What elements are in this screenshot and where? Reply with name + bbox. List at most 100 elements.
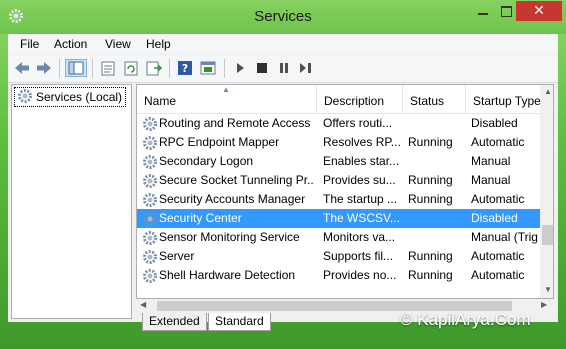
export-list-icon[interactable] [144, 59, 164, 77]
toolbar-separator [92, 59, 93, 78]
service-gear-icon [142, 116, 158, 132]
service-description: Supports fil... [323, 249, 394, 263]
service-startup-type: Automatic [471, 135, 525, 149]
service-startup-type: Automatic [471, 268, 525, 282]
service-description: Provides su... [323, 173, 396, 187]
table-row[interactable]: Security Accounts Manager The startup ...… [137, 190, 540, 209]
service-status [408, 209, 468, 228]
svg-text:?: ? [182, 62, 188, 75]
service-startup-type: Disabled [471, 116, 518, 130]
service-description: Provides no... [323, 268, 397, 282]
service-startup-type: Disabled [471, 211, 518, 225]
watermark: © KapilArya.Com [400, 310, 531, 329]
back-arrow-icon[interactable] [12, 59, 32, 77]
toolbar-separator [169, 59, 170, 78]
tree-item-label: Services (Local) [36, 90, 123, 104]
service-name: Sensor Monitoring Service [159, 230, 300, 244]
service-gear-icon [142, 230, 158, 246]
scroll-left-icon[interactable]: ◀ [140, 300, 146, 309]
column-header-status[interactable]: Status [403, 85, 466, 113]
window-client: File Action View Help ? Services (Local)… [8, 34, 558, 331]
service-gear-icon [142, 192, 158, 208]
menu-view[interactable]: View [105, 37, 131, 51]
minimize-button[interactable] [469, 1, 495, 21]
column-header-name[interactable]: Name [137, 85, 317, 113]
service-description: Resolves RP... [323, 135, 401, 149]
service-startup-type: Automatic [471, 249, 525, 263]
service-status: Running [408, 192, 453, 206]
service-description: The startup ... [323, 192, 398, 206]
service-description: The WSCSV... [323, 211, 400, 225]
service-gear-icon [142, 154, 158, 170]
service-status [408, 152, 468, 171]
service-startup-type: Manual [471, 173, 511, 187]
tab-extended[interactable]: Extended [142, 313, 207, 331]
service-status: Running [408, 173, 453, 187]
forward-arrow-icon[interactable] [34, 59, 54, 77]
table-row[interactable]: Secondary Logon Enables star... Manual [137, 152, 540, 171]
service-status [408, 228, 468, 247]
column-header-description[interactable]: Description [317, 85, 403, 113]
toolbar-separator [59, 59, 60, 78]
tab-standard[interactable]: Standard [208, 313, 271, 331]
pause-service-icon[interactable] [274, 59, 294, 77]
service-startup-type: Manual (Trig [471, 230, 538, 244]
service-startup-type: Automatic [471, 192, 525, 206]
menu-action[interactable]: Action [54, 37, 87, 51]
help-icon[interactable]: ? [175, 59, 195, 77]
service-name: Shell Hardware Detection [159, 268, 296, 282]
table-row[interactable]: Routing and Remote Access Offers routi...… [137, 114, 540, 133]
services-list-pane: ▲ Name Description Status Startup Type R… [136, 84, 554, 299]
refresh-icon[interactable] [121, 59, 141, 77]
vertical-scroll-thumb[interactable] [542, 225, 553, 245]
service-name: Security Center [159, 211, 242, 225]
service-name: Routing and Remote Access [159, 116, 311, 130]
service-gear-icon [142, 268, 158, 284]
service-description: Enables star... [323, 154, 400, 168]
scroll-right-icon[interactable]: ▶ [541, 300, 547, 309]
console-tree-pane: Services (Local) [11, 84, 132, 319]
scroll-up-icon[interactable]: ▲ [544, 87, 552, 96]
column-header-startup-type[interactable]: Startup Type [466, 85, 546, 113]
gear-icon [17, 88, 33, 107]
service-gear-icon [142, 249, 158, 265]
service-name: Secure Socket Tunneling Pr... [159, 173, 314, 187]
toolbar-separator [224, 59, 225, 78]
menu-help[interactable]: Help [146, 37, 171, 51]
table-row[interactable]: Server Supports fil... Running Automatic [137, 247, 540, 266]
title-bar: Services ✕ [0, 0, 566, 34]
close-button[interactable]: ✕ [516, 1, 562, 21]
service-gear-icon [142, 135, 158, 151]
service-description: Offers routi... [323, 116, 393, 130]
service-gear-icon [142, 211, 158, 227]
table-row[interactable]: Secure Socket Tunneling Pr... Provides su… [137, 171, 540, 190]
menu-file[interactable]: File [20, 37, 39, 51]
table-row[interactable]: Shell Hardware Detection Provides no... Ru… [137, 266, 540, 285]
scroll-down-icon[interactable]: ▼ [544, 285, 552, 294]
service-status: Running [408, 268, 453, 282]
close-icon: ✕ [533, 2, 545, 18]
service-gear-icon [142, 173, 158, 189]
console-view-icon[interactable] [198, 59, 218, 77]
service-name: Secondary Logon [159, 154, 254, 168]
service-status: Running [408, 135, 453, 149]
service-name: Server [159, 249, 195, 263]
service-name: Security Accounts Manager [159, 192, 306, 206]
start-service-icon[interactable] [230, 59, 250, 77]
properties-icon[interactable] [98, 59, 118, 77]
service-description: Monitors va... [323, 230, 396, 244]
table-row[interactable]: RPC Endpoint Mapper Resolves RP... Running… [137, 133, 540, 152]
service-name: RPC Endpoint Mapper [159, 135, 280, 149]
column-header-row: ▲ Name Description Status Startup Type [137, 85, 553, 114]
show-hide-tree-icon[interactable] [65, 59, 87, 77]
tree-item-services-local[interactable]: Services (Local) [14, 87, 127, 107]
service-startup-type: Manual [471, 154, 511, 168]
table-row[interactable]: Security Center The WSCSV... Disabled [137, 209, 540, 228]
menu-bar: File Action View Help [8, 34, 558, 54]
table-row[interactable]: Sensor Monitoring Service Monitors va... M… [137, 228, 540, 247]
vertical-scrollbar[interactable]: ▲ ▼ [540, 85, 553, 298]
restart-service-icon[interactable] [296, 59, 316, 77]
stop-service-icon[interactable] [252, 59, 272, 77]
toolbar: ? [8, 55, 558, 83]
service-status: Running [408, 249, 453, 263]
